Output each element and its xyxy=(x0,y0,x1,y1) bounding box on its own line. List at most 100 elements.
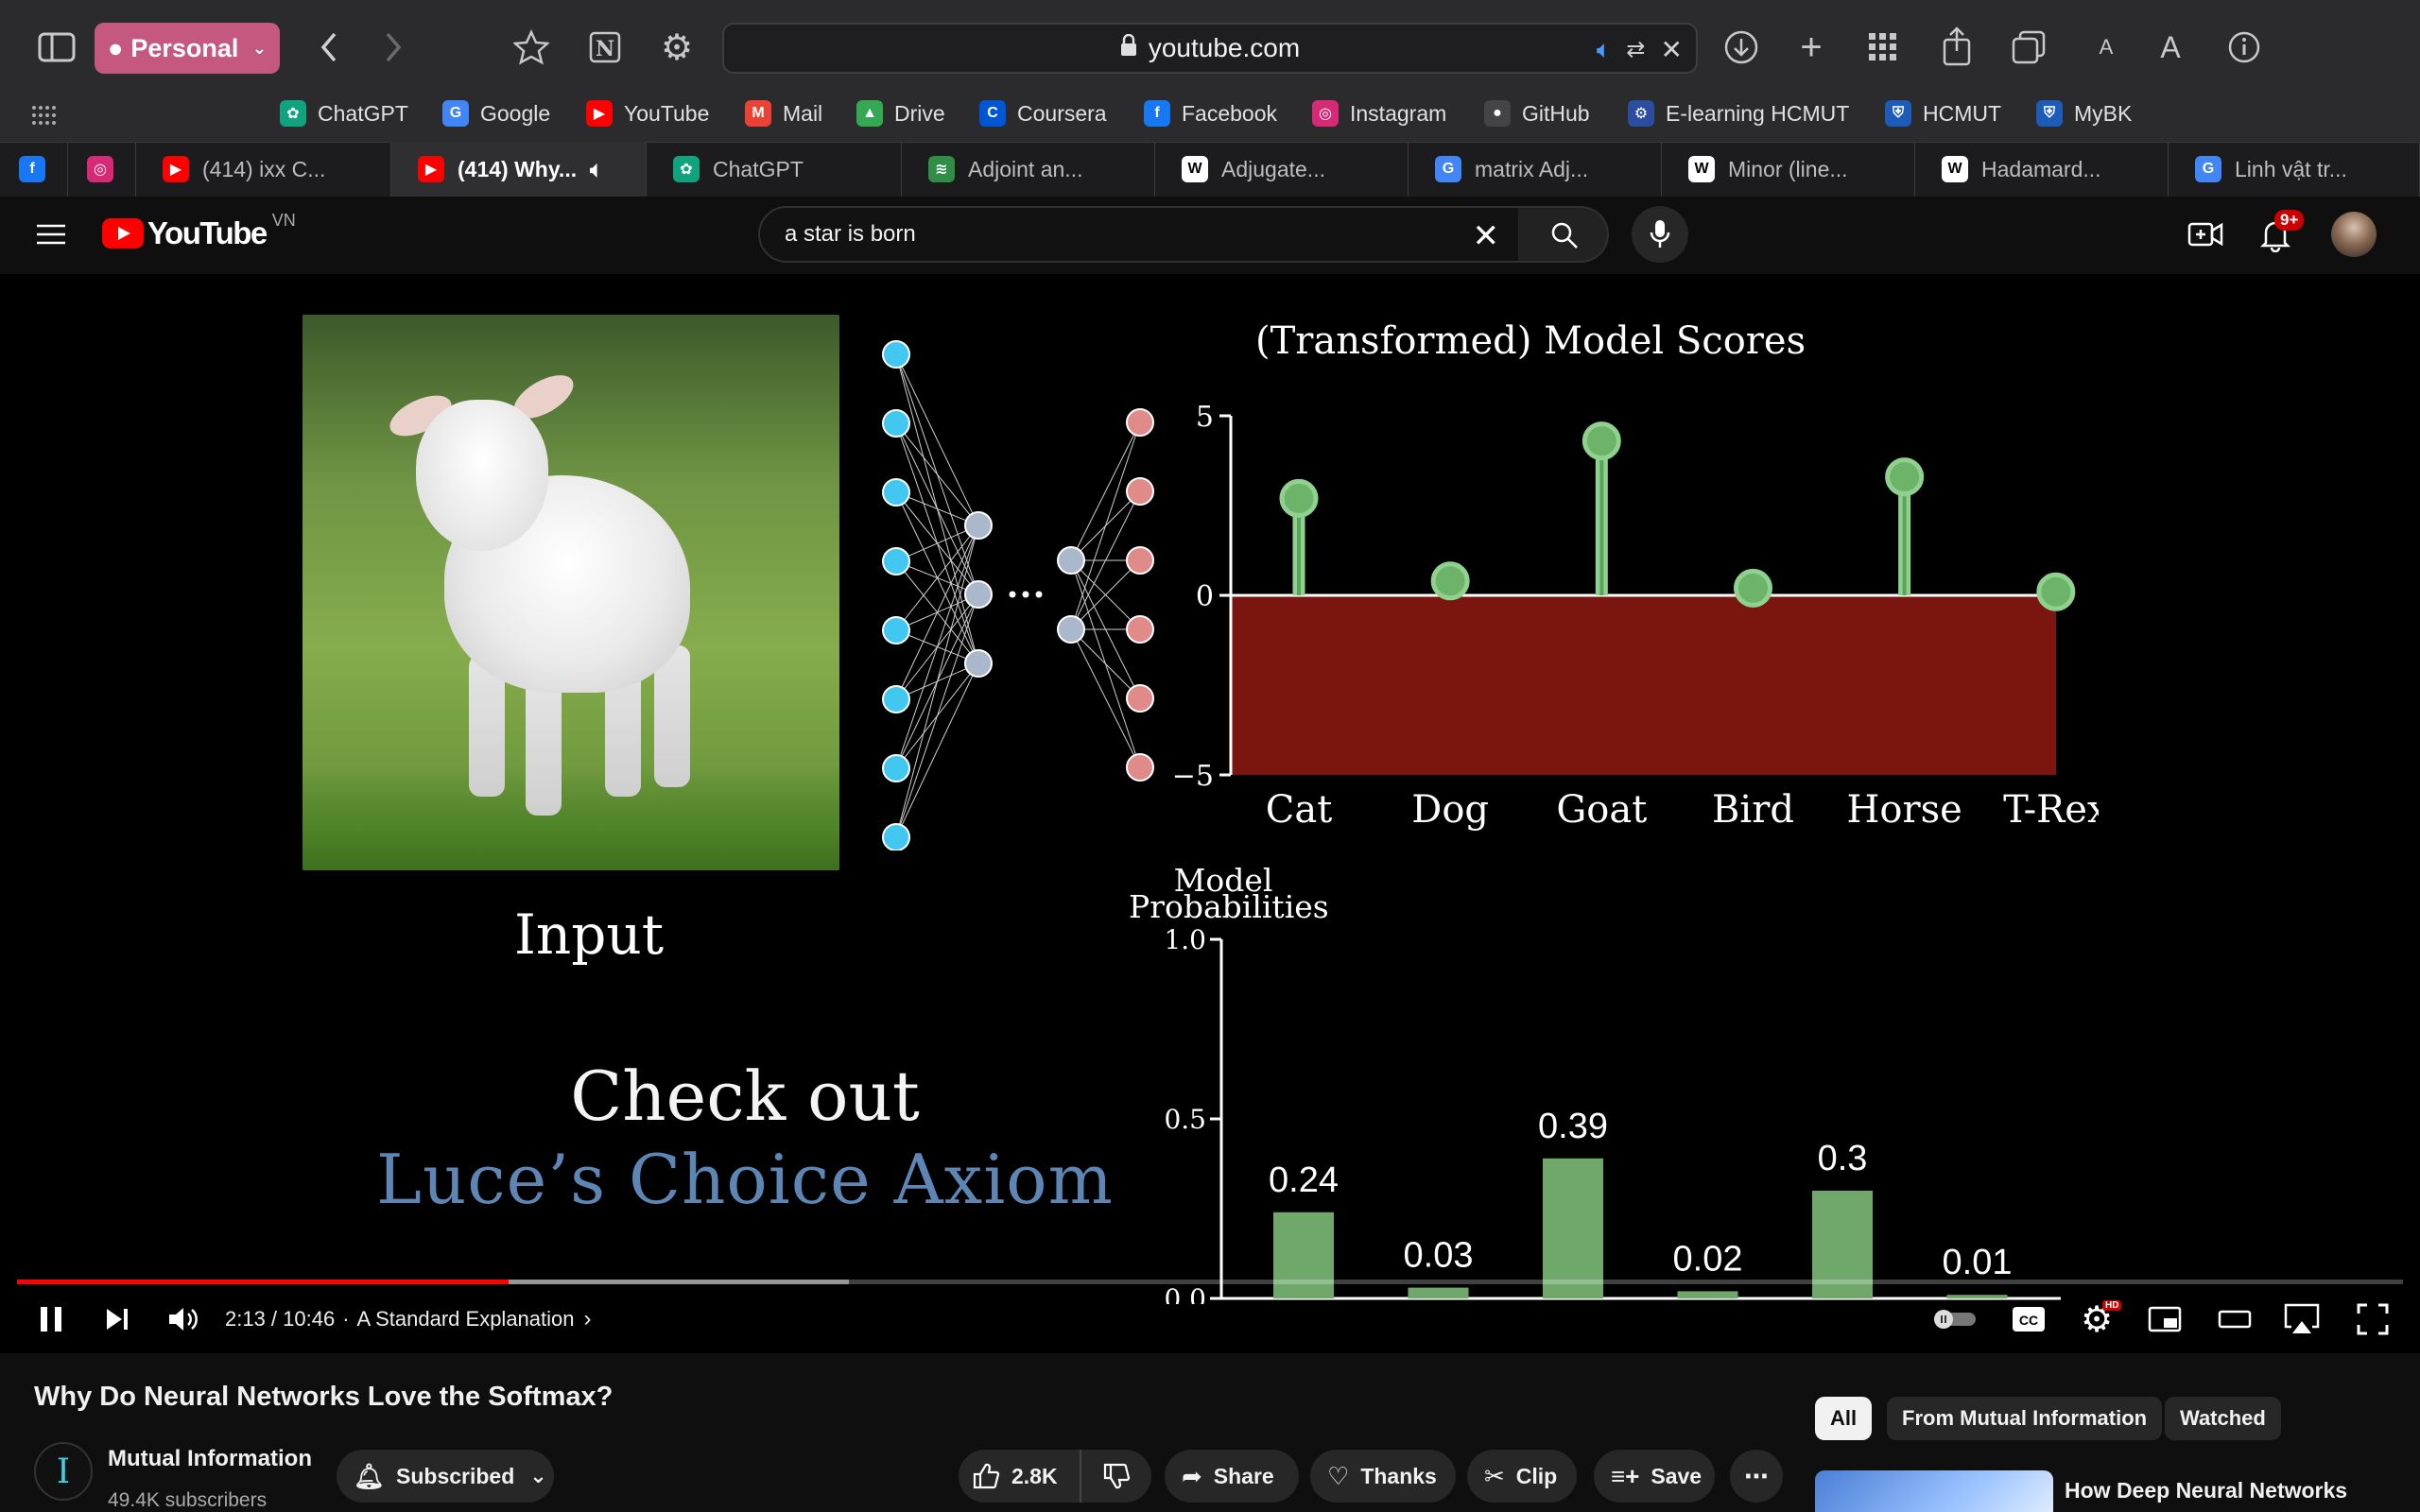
probability-bar xyxy=(1273,1211,1334,1298)
bookmark-star-icon[interactable] xyxy=(510,26,552,68)
menu-hamburger-icon[interactable] xyxy=(34,217,68,251)
notifications-bell-icon[interactable]: 9+ xyxy=(2254,210,2305,257)
clear-search-icon[interactable]: ✕ xyxy=(1473,217,1500,255)
new-tab-plus-icon[interactable]: + xyxy=(1790,26,1832,68)
recommended-video-thumbnail[interactable] xyxy=(1815,1470,2053,1512)
browser-tab[interactable]: Gmatrix Adj... xyxy=(1409,142,1662,197)
filter-chip[interactable]: From Mutual Information xyxy=(1887,1397,2163,1440)
bookmark-label: GitHub xyxy=(1522,100,1590,126)
downloads-icon[interactable] xyxy=(1720,26,1762,68)
pause-button[interactable] xyxy=(32,1300,70,1338)
fullscreen-icon xyxy=(2357,1303,2389,1335)
negative-region xyxy=(1231,595,2056,775)
chevron-right-icon[interactable]: › xyxy=(584,1306,592,1332)
volume-button[interactable] xyxy=(164,1300,202,1338)
bookmark-favicon-icon: ◎ xyxy=(1312,100,1339,127)
bookmark-facebook[interactable]: f Facebook xyxy=(1144,98,1277,129)
share-icon[interactable] xyxy=(1936,25,1978,68)
search-button[interactable] xyxy=(1518,206,1609,263)
translate-icon[interactable]: ⇄ xyxy=(1626,36,1645,63)
bookmark-instagram[interactable]: ◎ Instagram xyxy=(1312,98,1446,129)
search-icon xyxy=(1551,222,1578,249)
close-icon[interactable]: ✕ xyxy=(1661,34,1683,65)
check-out-text: Check out xyxy=(570,1057,920,1136)
settings-button[interactable]: ⚙ HD xyxy=(2076,1298,2122,1340)
like-button[interactable]: 2.8K xyxy=(959,1450,1081,1503)
notion-icon[interactable]: N xyxy=(584,26,626,68)
bookmark-hcmut[interactable]: ⛨ HCMUT xyxy=(1885,98,2001,129)
back-button[interactable] xyxy=(310,28,348,66)
bookmark-drive[interactable]: ▲ Drive xyxy=(856,98,945,129)
bookmark-label: Instagram xyxy=(1350,100,1447,126)
channel-avatar[interactable]: I xyxy=(34,1442,93,1501)
bookmark-mail[interactable]: M Mail xyxy=(745,98,822,129)
tab-label: ChatGPT xyxy=(713,156,804,181)
create-video-icon[interactable] xyxy=(2186,215,2225,253)
bookmark-label: Mail xyxy=(783,100,823,126)
next-button[interactable] xyxy=(98,1300,136,1338)
probability-value-label: 0.02 xyxy=(1673,1239,1743,1279)
autoplay-toggle[interactable] xyxy=(1932,1306,1978,1332)
forward-button[interactable] xyxy=(374,28,412,66)
bookmark-chatgpt[interactable]: ✿ ChatGPT xyxy=(280,98,408,129)
miniplayer-button[interactable] xyxy=(2146,1302,2184,1336)
search-input[interactable]: a star is born ✕ xyxy=(758,206,1520,263)
theater-icon xyxy=(2218,1310,2252,1329)
browser-tab[interactable]: ▶ (414) ixx C... xyxy=(136,142,391,197)
browser-tab[interactable]: G Linh vật tr... xyxy=(2169,142,2420,197)
filter-chip[interactable]: Watched xyxy=(2165,1397,2281,1440)
bookmark-google[interactable]: G Google xyxy=(442,98,550,129)
grid-icon[interactable] xyxy=(1862,26,1904,68)
address-bar[interactable]: youtube.com 🔈︎ ⇄ ✕ xyxy=(722,23,1698,74)
nn-input-node xyxy=(882,409,910,438)
tab-favicon-icon: f xyxy=(19,156,45,182)
browser-tab[interactable]: W Hadamard... xyxy=(1915,142,2169,197)
browser-tab[interactable]: ▶ (414) Why... 🔈︎ xyxy=(391,142,647,197)
score-point xyxy=(1279,478,1319,518)
text-smaller-icon[interactable]: A xyxy=(2091,32,2121,62)
theater-mode-button[interactable] xyxy=(2216,1302,2254,1336)
bookmark-youtube[interactable]: ▶ YouTube xyxy=(586,98,709,129)
clip-button[interactable]: ✂ Clip xyxy=(1467,1450,1577,1503)
profile-button[interactable]: ● Personal ⌄ xyxy=(95,23,280,74)
recommended-video-title[interactable]: How Deep Neural Networks xyxy=(2065,1478,2347,1503)
chapter-title[interactable]: A Standard Explanation xyxy=(357,1307,575,1332)
airplay-button[interactable] xyxy=(2280,1298,2324,1340)
subscribed-button[interactable]: 🔔︎ Subscribed ⌄ xyxy=(337,1450,554,1503)
more-actions-button[interactable]: ⋯ xyxy=(1730,1450,1783,1503)
bookmark-favicon-icon: M xyxy=(745,100,771,127)
speaker-icon[interactable]: 🔈︎ xyxy=(1597,35,1612,65)
browser-tab[interactable]: f xyxy=(0,142,68,197)
youtube-logo[interactable]: YouTube VN xyxy=(102,211,296,251)
category-label: Cat xyxy=(1266,788,1333,832)
apps-grid-icon[interactable] xyxy=(28,100,60,130)
browser-tab[interactable]: ≋ Adjoint an... xyxy=(902,142,1155,197)
fullscreen-button[interactable] xyxy=(2352,1298,2394,1340)
account-avatar[interactable] xyxy=(2331,212,2377,257)
nn-output-node xyxy=(1126,408,1154,437)
thanks-button[interactable]: ♡ Thanks xyxy=(1310,1450,1456,1503)
tab-audio-icon[interactable]: 🔈︎ xyxy=(590,157,603,182)
save-button[interactable]: ≡+ Save xyxy=(1594,1450,1715,1503)
thanks-heart-icon: ♡ xyxy=(1327,1461,1350,1490)
browser-tab[interactable]: ✿ ChatGPT xyxy=(647,142,902,197)
gear-icon[interactable]: ⚙ xyxy=(656,26,698,68)
browser-tab[interactable]: W Minor (line... xyxy=(1662,142,1915,197)
dislike-button[interactable] xyxy=(1081,1450,1151,1503)
hd-badge: HD xyxy=(2102,1300,2122,1311)
voice-search-button[interactable] xyxy=(1632,206,1688,263)
filter-chip[interactable]: All xyxy=(1815,1397,1873,1440)
channel-name[interactable]: Mutual Information xyxy=(108,1446,312,1472)
bookmark-github[interactable]: ● GitHub xyxy=(1484,98,1590,129)
info-icon[interactable] xyxy=(2225,28,2263,66)
browser-tab[interactable]: ◎ xyxy=(68,142,136,197)
captions-button[interactable]: CC xyxy=(2010,1302,2048,1336)
bookmark-coursera[interactable]: C Coursera xyxy=(979,98,1107,129)
tab-overview-icon[interactable] xyxy=(2008,26,2049,68)
bookmark-mybk[interactable]: ⛨ MyBK xyxy=(2036,98,2132,129)
browser-tab[interactable]: W Adjugate... xyxy=(1155,142,1409,197)
sidebar-toggle-icon[interactable] xyxy=(36,30,78,64)
share-button[interactable]: ➦ Share xyxy=(1165,1450,1299,1503)
bookmark-e-learning-hcmut[interactable]: ⚙ E-learning HCMUT xyxy=(1628,98,1849,129)
text-larger-icon[interactable]: A xyxy=(2152,26,2189,68)
